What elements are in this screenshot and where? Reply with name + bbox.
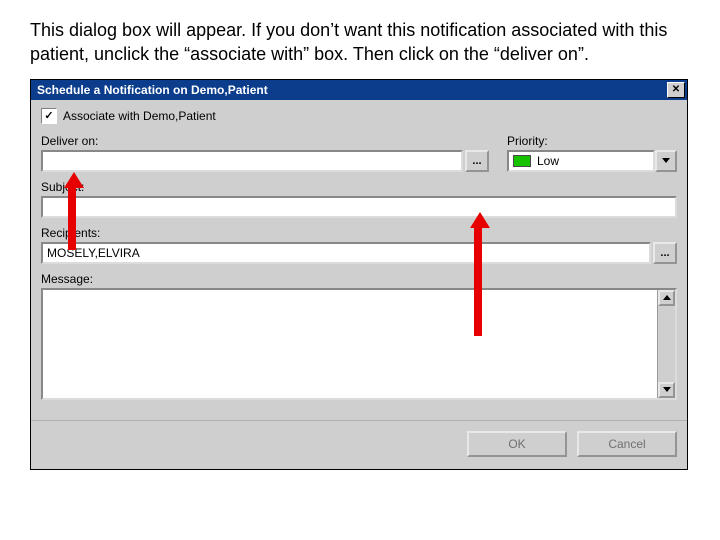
deliver-on-group: Deliver on: ... xyxy=(41,134,489,172)
priority-color-swatch xyxy=(513,155,531,167)
ok-button[interactable]: OK xyxy=(467,431,567,457)
message-group: Message: xyxy=(41,272,677,400)
titlebar: Schedule a Notification on Demo,Patient … xyxy=(31,80,687,100)
ellipsis-icon: ... xyxy=(660,247,669,259)
cancel-button[interactable]: Cancel xyxy=(577,431,677,457)
window-title: Schedule a Notification on Demo,Patient xyxy=(37,83,667,97)
chevron-up-icon xyxy=(663,295,671,300)
priority-select[interactable]: Low xyxy=(507,150,677,172)
priority-display: Low xyxy=(507,150,655,172)
subject-label: Subject: xyxy=(41,180,677,194)
scroll-up-button[interactable] xyxy=(658,290,675,306)
close-button[interactable]: ✕ xyxy=(667,82,685,98)
priority-dropdown-button[interactable] xyxy=(655,150,677,172)
message-label: Message: xyxy=(41,272,677,286)
message-textarea[interactable] xyxy=(41,288,677,400)
dialog-body: ✓ Associate with Demo,Patient Deliver on… xyxy=(31,100,687,408)
chevron-down-icon xyxy=(663,387,671,392)
dialog-footer: OK Cancel xyxy=(31,420,687,469)
deliver-on-picker-button[interactable]: ... xyxy=(465,150,489,172)
priority-label: Priority: xyxy=(507,134,677,148)
priority-value: Low xyxy=(537,154,559,168)
subject-group: Subject: xyxy=(41,180,677,218)
recipients-label: Recipients: xyxy=(41,226,677,240)
deliver-on-label: Deliver on: xyxy=(41,134,489,148)
dialog-window: Schedule a Notification on Demo,Patient … xyxy=(30,79,688,470)
associate-with-checkbox[interactable]: ✓ xyxy=(41,108,57,124)
associate-with-row: ✓ Associate with Demo,Patient xyxy=(41,108,677,124)
recipients-combo: MOSELY,ELVIRA ... xyxy=(41,242,677,264)
instruction-text: This dialog box will appear. If you don’… xyxy=(0,0,720,75)
subject-input[interactable] xyxy=(41,196,677,218)
deliver-on-combo: ... xyxy=(41,150,489,172)
close-icon: ✕ xyxy=(672,84,680,95)
associate-with-label: Associate with Demo,Patient xyxy=(63,109,216,123)
deliver-priority-row: Deliver on: ... Priority: Low xyxy=(41,134,677,172)
checkmark-icon: ✓ xyxy=(44,109,53,122)
ellipsis-icon: ... xyxy=(472,155,481,167)
recipients-input[interactable]: MOSELY,ELVIRA xyxy=(41,242,651,264)
recipients-group: Recipients: MOSELY,ELVIRA ... xyxy=(41,226,677,264)
priority-group: Priority: Low xyxy=(507,134,677,172)
chevron-down-icon xyxy=(662,158,670,163)
message-scrollbar[interactable] xyxy=(657,290,675,398)
recipients-picker-button[interactable]: ... xyxy=(653,242,677,264)
deliver-on-input[interactable] xyxy=(41,150,463,172)
scroll-down-button[interactable] xyxy=(658,382,675,398)
